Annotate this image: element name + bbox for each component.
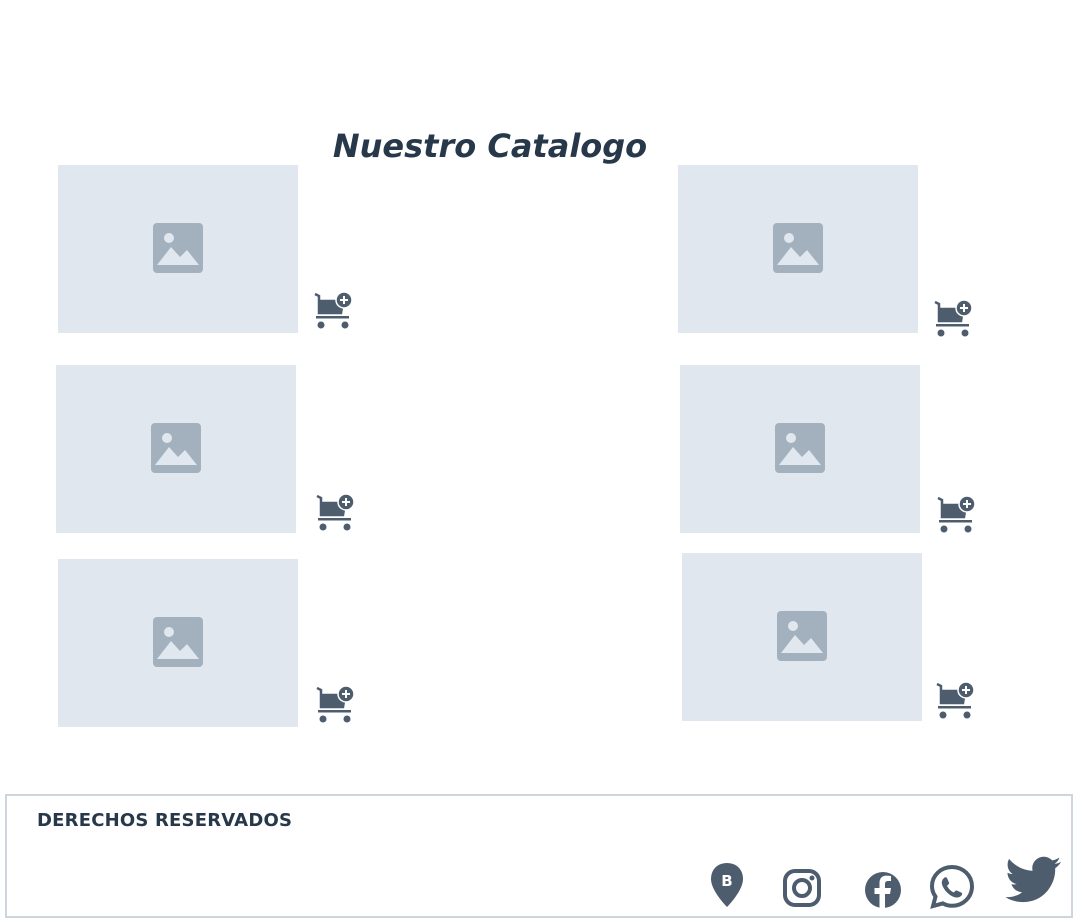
location-badge: B bbox=[721, 872, 732, 890]
add-to-cart-button[interactable] bbox=[315, 685, 355, 725]
location-pin-icon: B bbox=[711, 863, 743, 907]
image-placeholder-icon bbox=[773, 223, 823, 273]
add-to-cart-button[interactable] bbox=[933, 299, 973, 339]
twitter-icon bbox=[1006, 856, 1061, 903]
location-link[interactable]: B bbox=[709, 862, 745, 908]
product-image[interactable] bbox=[678, 165, 918, 333]
page-title: Nuestro Catalogo bbox=[332, 127, 648, 165]
add-to-cart-button[interactable] bbox=[935, 681, 975, 721]
product-image[interactable] bbox=[680, 365, 920, 533]
image-placeholder-icon bbox=[153, 223, 203, 273]
add-to-cart-button[interactable] bbox=[936, 495, 976, 535]
product-image[interactable] bbox=[58, 165, 298, 333]
add-to-cart-icon bbox=[936, 681, 975, 719]
instagram-link[interactable] bbox=[782, 868, 822, 908]
add-to-cart-icon bbox=[316, 685, 355, 723]
add-to-cart-icon bbox=[934, 299, 973, 337]
add-to-cart-icon bbox=[316, 493, 355, 531]
facebook-icon bbox=[865, 872, 901, 908]
image-placeholder-icon bbox=[777, 611, 827, 661]
add-to-cart-icon bbox=[937, 495, 976, 533]
image-placeholder-icon bbox=[775, 423, 825, 473]
facebook-link[interactable] bbox=[863, 870, 903, 910]
whatsapp-icon bbox=[929, 864, 975, 909]
product-image[interactable] bbox=[58, 559, 298, 727]
add-to-cart-button[interactable] bbox=[313, 291, 353, 331]
whatsapp-link[interactable] bbox=[929, 864, 975, 910]
instagram-icon bbox=[783, 869, 821, 907]
copyright-text: DERECHOS RESERVADOS bbox=[37, 810, 293, 831]
image-placeholder-icon bbox=[151, 423, 201, 473]
add-to-cart-icon bbox=[314, 291, 353, 329]
image-placeholder-icon bbox=[153, 617, 203, 667]
product-image[interactable] bbox=[682, 553, 922, 721]
footer: DERECHOS RESERVADOS B bbox=[5, 794, 1073, 918]
add-to-cart-button[interactable] bbox=[315, 493, 355, 533]
twitter-link[interactable] bbox=[1006, 856, 1062, 906]
product-image[interactable] bbox=[56, 365, 296, 533]
